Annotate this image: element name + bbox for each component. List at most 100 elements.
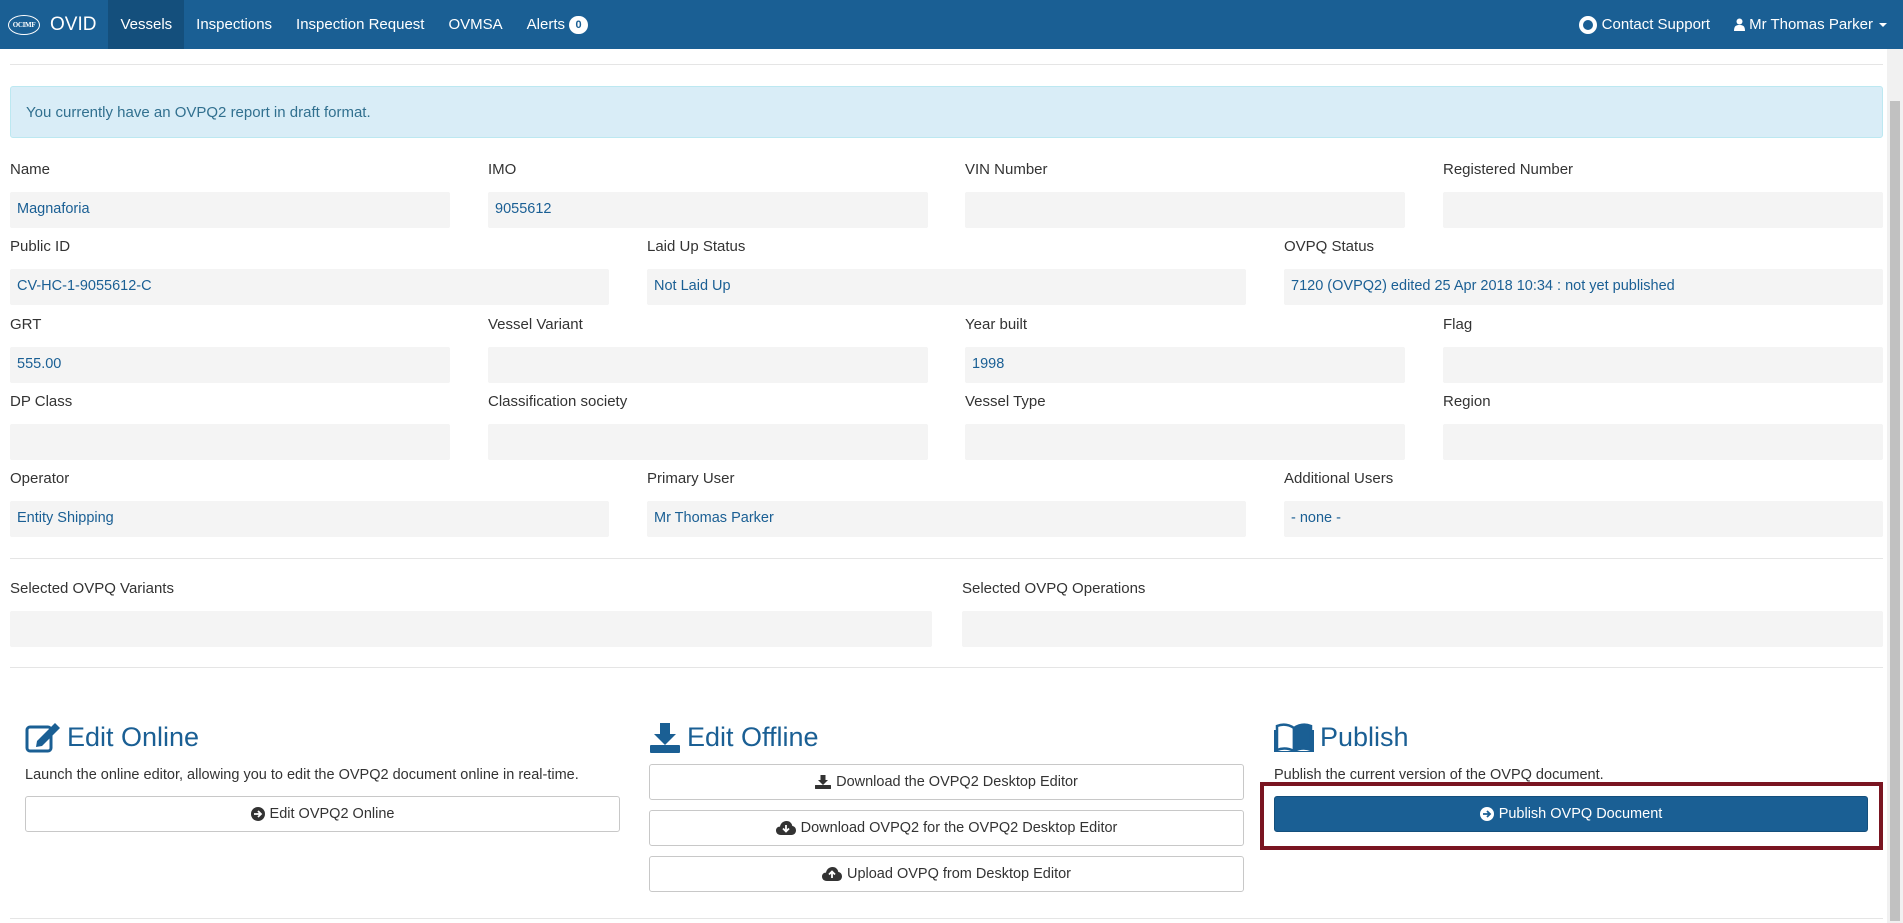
registered-number-value: [1443, 192, 1883, 228]
draft-alert: You currently have an OVPQ2 report in dr…: [10, 86, 1883, 138]
user-name: Mr Thomas Parker: [1749, 16, 1873, 33]
additional-users-label: Additional Users: [1284, 470, 1394, 487]
edit-icon: [25, 723, 60, 753]
imo-value: 9055612: [488, 192, 928, 228]
cloud-upload-icon: [821, 867, 842, 881]
alerts-count-badge: 0: [569, 15, 588, 34]
field-registered-number: Registered Number: [1443, 161, 1883, 228]
upload-ovpq-label: Upload OVPQ from Desktop Editor: [846, 866, 1072, 882]
field-operator: Operator Entity Shipping: [10, 470, 609, 537]
laid-up-status-label: Laid Up Status: [647, 238, 746, 255]
download-icon: [650, 723, 680, 753]
caret-down-icon: [1879, 22, 1887, 27]
vin-label: VIN Number: [965, 161, 1048, 178]
field-laid-up-status: Laid Up Status Not Laid Up: [647, 238, 1246, 305]
vessel-type-label: Vessel Type: [965, 393, 1046, 410]
edit-offline-title: Edit Offline: [687, 721, 819, 752]
contact-support-link[interactable]: Contact Support: [1567, 0, 1722, 49]
year-built-label: Year built: [965, 316, 1027, 333]
field-ovpq-status: OVPQ Status 7120 (OVPQ2) edited 25 Apr 2…: [1284, 238, 1883, 305]
divider: [10, 918, 1883, 919]
edit-online-title: Edit Online: [67, 721, 200, 752]
edit-ovpq2-online-button[interactable]: Edit OVPQ2 Online: [25, 796, 620, 832]
nav-alerts-label: Alerts: [526, 16, 565, 33]
operator-value: Entity Shipping: [10, 501, 609, 537]
classification-society-value: [488, 424, 928, 460]
field-vessel-type: Vessel Type: [965, 393, 1405, 460]
nav-inspection-request[interactable]: Inspection Request: [284, 0, 436, 49]
additional-users-value: - none -: [1284, 501, 1883, 537]
primary-user-value: Mr Thomas Parker: [647, 501, 1246, 537]
dp-class-value: [10, 424, 450, 460]
user-menu[interactable]: Mr Thomas Parker: [1722, 0, 1903, 49]
field-selected-ovpq-variants: Selected OVPQ Variants: [10, 580, 932, 647]
selected-ovpq-variants-value: [10, 611, 932, 647]
field-year-built: Year built 1998: [965, 316, 1405, 383]
field-vessel-variant: Vessel Variant: [488, 316, 928, 383]
divider: [10, 64, 1883, 65]
vin-value: [965, 192, 1405, 228]
edit-offline-section: Edit Offline: [649, 720, 1244, 754]
name-label: Name: [10, 161, 51, 178]
field-primary-user: Primary User Mr Thomas Parker: [647, 470, 1246, 537]
field-grt: GRT 555.00: [10, 316, 450, 383]
edit-offline-heading: Edit Offline: [649, 720, 1244, 754]
brand[interactable]: OCIMF OVID: [0, 0, 108, 49]
field-classification-society: Classification society: [488, 393, 928, 460]
download-desktop-editor-button[interactable]: Download the OVPQ2 Desktop Editor: [649, 764, 1244, 800]
grt-value: 555.00: [10, 347, 450, 383]
download-desktop-editor-label: Download the OVPQ2 Desktop Editor: [836, 774, 1078, 790]
publish-section: Publish Publish the current version of t…: [1274, 720, 1869, 783]
field-selected-ovpq-operations: Selected OVPQ Operations: [962, 580, 1883, 647]
nav-vessels[interactable]: Vessels: [108, 0, 185, 49]
field-dp-class: DP Class: [10, 393, 450, 460]
field-additional-users: Additional Users - none -: [1284, 470, 1883, 537]
field-imo: IMO 9055612: [488, 161, 928, 228]
publish-description: Publish the current version of the OVPQ …: [1274, 767, 1604, 783]
user-icon: [1734, 18, 1746, 31]
name-value: Magnaforia: [10, 192, 450, 228]
cloud-download-icon: [775, 821, 796, 835]
brand-text: OVID: [50, 13, 97, 35]
nav-ovmsa[interactable]: OVMSA: [436, 0, 514, 49]
selected-ovpq-operations-value: [962, 611, 1883, 647]
imo-label: IMO: [488, 161, 517, 178]
operator-label: Operator: [10, 470, 70, 487]
scrollbar-thumb[interactable]: [1890, 101, 1900, 921]
vessel-variant-label: Vessel Variant: [488, 316, 583, 333]
vessel-variant-value: [488, 347, 928, 383]
public-id-value: CV-HC-1-9055612-C: [10, 269, 609, 305]
arrow-circle-right-icon: [250, 807, 265, 821]
life-ring-icon: [1578, 15, 1597, 34]
edit-ovpq2-online-label: Edit OVPQ2 Online: [269, 806, 395, 822]
nav-inspections[interactable]: Inspections: [184, 0, 284, 49]
selected-ovpq-variants-label: Selected OVPQ Variants: [10, 580, 174, 597]
field-public-id: Public ID CV-HC-1-9055612-C: [10, 238, 609, 305]
dp-class-label: DP Class: [10, 393, 73, 410]
flag-label: Flag: [1443, 316, 1473, 333]
field-vin: VIN Number: [965, 161, 1405, 228]
highlight-box: [1260, 782, 1883, 850]
classification-society-label: Classification society: [488, 393, 628, 410]
laid-up-status-value: Not Laid Up: [647, 269, 1246, 305]
download-icon: [815, 775, 832, 789]
divider: [10, 667, 1883, 668]
open-book-icon: [1274, 723, 1314, 752]
scrollbar[interactable]: [1887, 49, 1903, 923]
edit-online-heading: Edit Online: [25, 720, 620, 754]
publish-title: Publish: [1320, 721, 1409, 752]
top-navbar: OCIMF OVID Vessels Inspections Inspectio…: [0, 0, 1903, 49]
nav-alerts[interactable]: Alerts 0: [515, 0, 600, 49]
year-built-value: 1998: [965, 347, 1405, 383]
field-flag: Flag: [1443, 316, 1883, 383]
region-label: Region: [1443, 393, 1491, 410]
grt-label: GRT: [10, 316, 42, 333]
vessel-type-value: [965, 424, 1405, 460]
upload-ovpq-button[interactable]: Upload OVPQ from Desktop Editor: [649, 856, 1244, 892]
download-ovpq2-button[interactable]: Download OVPQ2 for the OVPQ2 Desktop Edi…: [649, 810, 1244, 846]
edit-online-section: Edit Online Launch the online editor, al…: [25, 720, 620, 784]
publish-heading: Publish: [1274, 720, 1869, 754]
divider: [10, 558, 1883, 559]
public-id-label: Public ID: [10, 238, 71, 255]
edit-online-description: Launch the online editor, allowing you t…: [25, 767, 579, 783]
